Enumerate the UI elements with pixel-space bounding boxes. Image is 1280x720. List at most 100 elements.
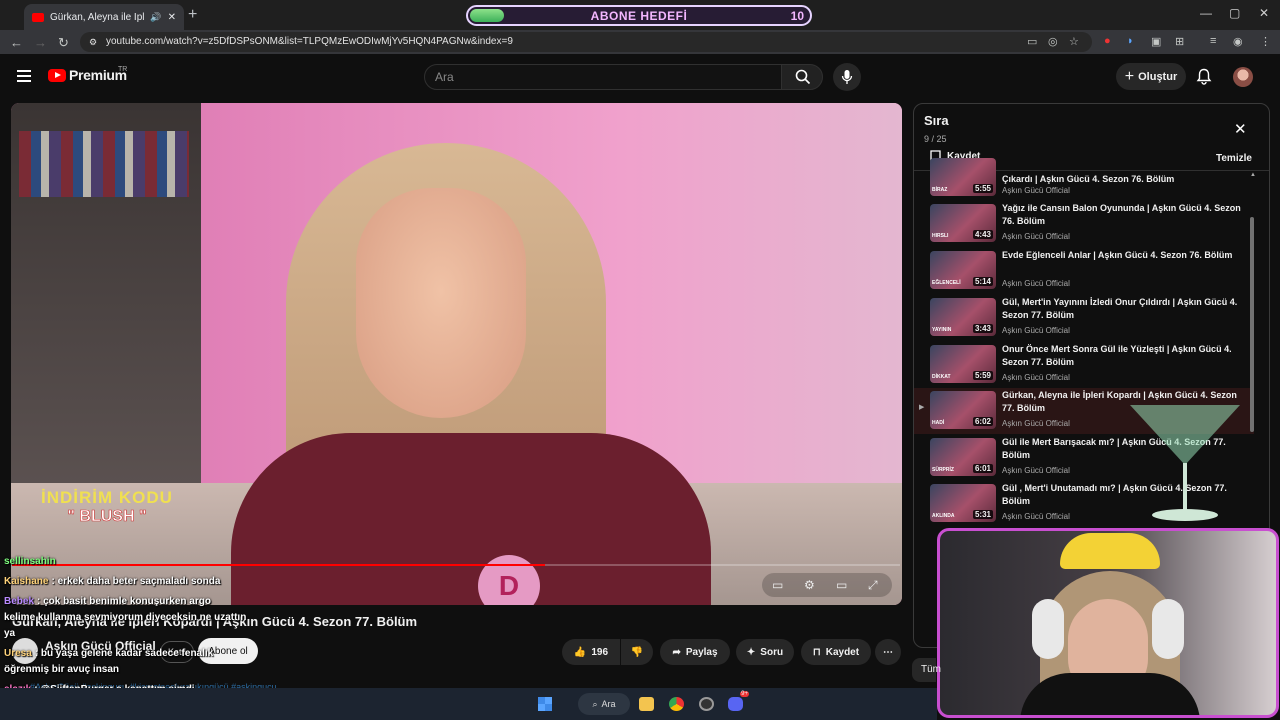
- theater-mode-icon[interactable]: ▭: [836, 578, 847, 592]
- playlist-item[interactable]: HIRSLI 4:43 Yağız ile Cansın Balon Oyunund…: [914, 201, 1254, 247]
- notifications-bell-icon[interactable]: [1196, 68, 1212, 85]
- chat-text: kelime kullanma sevmiyorum diyeceksin ne…: [4, 612, 247, 623]
- chat-username: Kaishane: [4, 576, 49, 587]
- chat-message: Uresa: bu yaşa gelene kadar sadece fenal…: [4, 648, 213, 659]
- chrome-menu-icon[interactable]: ⋮: [1260, 35, 1271, 48]
- share-arrow-icon: ➦: [672, 646, 681, 658]
- playlist-item-title[interactable]: Yağız ile Cansın Balon Oyununda | Aşkın …: [1002, 202, 1242, 228]
- playlist-item-channel: Aşkın Gücü Official: [1002, 419, 1070, 428]
- playlist-item-title[interactable]: Çıkardı | Aşkın Gücü 4. Sezon 76. Bölüm: [1002, 173, 1242, 186]
- region-code: TR: [118, 66, 128, 73]
- all-filter-chip[interactable]: Tüm: [912, 658, 941, 682]
- subscriber-goal-label: ABONE HEDEFİ: [590, 8, 688, 23]
- thumbnail-caption: SÜRPRİZ: [932, 467, 954, 473]
- extensions-puzzle-icon[interactable]: ⊞: [1175, 35, 1184, 48]
- playlist-item-title[interactable]: Gül, Mert'in Yayınını İzledi Onur Çıldır…: [1002, 296, 1242, 322]
- video-person-face: [356, 188, 526, 418]
- more-icon: ⋯: [883, 646, 893, 658]
- playlist-thumbnail[interactable]: YAYININ 3:43: [930, 298, 996, 336]
- menu-icon[interactable]: [17, 70, 31, 82]
- search-button[interactable]: [781, 64, 823, 90]
- reading-list-icon[interactable]: ≡: [1210, 35, 1216, 47]
- maximize-button[interactable]: ▢: [1229, 6, 1240, 20]
- chrome-icon[interactable]: [669, 697, 684, 711]
- close-tab-icon[interactable]: ✕: [168, 12, 176, 23]
- video-duration: 4:43: [972, 230, 993, 239]
- video-player[interactable]: D İNDİRİM KODU " BLUSH ": [11, 103, 902, 605]
- thumbs-up-icon: 👍: [573, 646, 587, 658]
- playlist-item[interactable]: YAYININ 3:43 Gül, Mert'in Yayınını İzledi …: [914, 295, 1254, 341]
- site-info-icon[interactable]: ⚙: [89, 32, 97, 52]
- taskbar-search[interactable]: ⌕ Ara: [578, 693, 630, 715]
- extension-square-icon[interactable]: ▣: [1151, 35, 1161, 48]
- share-button[interactable]: ➦ Paylaş: [660, 639, 730, 665]
- playlist-thumbnail[interactable]: BİRAZ 5:55: [930, 158, 996, 196]
- create-button[interactable]: + Oluştur: [1116, 63, 1186, 90]
- browser-tab[interactable]: Gürkan, Aleyna ile İpleri Kopardı | Aşkı…: [24, 4, 184, 30]
- windows-start-icon[interactable]: [538, 697, 552, 711]
- ask-button[interactable]: ✦ Soru: [736, 639, 794, 665]
- more-actions-button[interactable]: ⋯: [875, 639, 901, 665]
- save-button[interactable]: ⊓ Kaydet: [801, 639, 871, 665]
- user-avatar[interactable]: [1233, 67, 1253, 87]
- fullscreen-icon[interactable]: ⤢: [868, 578, 878, 593]
- playlist-item[interactable]: BİRAZ 5:55 Çıkardı | Aşkın Gücü 4. Sezon 7…: [914, 158, 1254, 200]
- extension-audio-icon[interactable]: ◗: [1127, 35, 1134, 47]
- minimize-button[interactable]: —: [1200, 6, 1212, 20]
- search-input[interactable]: Ara: [424, 64, 782, 90]
- settings-gear-icon[interactable]: ⚙: [804, 578, 815, 592]
- new-tab-button[interactable]: +: [188, 6, 197, 24]
- video-progress-bar[interactable]: [12, 564, 900, 566]
- thumbnail-caption: HADİ: [932, 420, 945, 426]
- back-icon[interactable]: ←: [10, 35, 23, 50]
- dislike-button[interactable]: 👎: [621, 639, 653, 665]
- youtube-favicon-icon: [32, 12, 44, 22]
- forward-icon[interactable]: →: [34, 35, 47, 50]
- video-duration: 6:01: [972, 464, 993, 473]
- like-button[interactable]: 👍 196: [562, 639, 620, 665]
- scroll-up-icon[interactable]: ▲: [1250, 172, 1256, 178]
- reload-icon[interactable]: ↻: [58, 35, 69, 51]
- youtube-logo-icon[interactable]: [48, 69, 66, 82]
- profile-icon[interactable]: ◉: [1233, 35, 1243, 48]
- playlist-item[interactable]: EĞLENCELİ 5:14 Evde Eğlenceli Anlar | Aşkı…: [914, 248, 1254, 294]
- share-label: Paylaş: [685, 646, 718, 658]
- chat-text: : bu yaşa gelene kadar sadece fenalık: [34, 648, 214, 659]
- file-explorer-icon[interactable]: [639, 697, 654, 711]
- playlist-item[interactable]: DİKKAT 5:59 Onur Önce Mert Sonra Gül ile Y…: [914, 342, 1254, 388]
- microphone-icon: [841, 70, 853, 84]
- obs-icon[interactable]: [699, 697, 714, 711]
- playlist-item-channel: Aşkın Gücü Official: [1002, 186, 1070, 195]
- tracking-icon[interactable]: ◎: [1048, 35, 1058, 48]
- playlist-thumbnail[interactable]: EĞLENCELİ 5:14: [930, 251, 996, 289]
- search-icon: [795, 69, 811, 85]
- playlist-scrollbar[interactable]: [1250, 217, 1254, 432]
- extension-red-icon[interactable]: ●: [1104, 35, 1111, 47]
- video-duration: 5:31: [972, 510, 993, 519]
- thumbnail-caption: AKLINDA: [932, 513, 955, 519]
- playlist-position: 9 / 25: [924, 134, 947, 144]
- url-field[interactable]: ⚙ youtube.com/watch?v=z5DfDSPsONM&list=T…: [80, 32, 1092, 52]
- playlist-item-title[interactable]: Onur Önce Mert Sonra Gül ile Yüzleşti | …: [1002, 343, 1242, 369]
- streamer-webcam: [937, 528, 1279, 718]
- playlist-thumbnail[interactable]: AKLINDA 5:31: [930, 484, 996, 522]
- playlist-item-channel: Aşkın Gücü Official: [1002, 279, 1070, 288]
- discord-icon[interactable]: 9+: [728, 691, 749, 711]
- playlist-item-title[interactable]: Evde Eğlenceli Anlar | Aşkın Gücü 4. Sez…: [1002, 249, 1242, 262]
- install-app-icon[interactable]: ▭: [1027, 35, 1037, 48]
- subtitles-icon[interactable]: ▭: [772, 578, 783, 592]
- playlist-thumbnail[interactable]: HIRSLI 4:43: [930, 204, 996, 242]
- playlist-thumbnail[interactable]: SÜRPRİZ 6:01: [930, 438, 996, 476]
- close-window-button[interactable]: ✕: [1259, 6, 1269, 20]
- voice-search-button[interactable]: [833, 63, 861, 91]
- playlist-item-channel: Aşkın Gücü Official: [1002, 466, 1070, 475]
- playlist-clear-button[interactable]: Temizle: [1216, 153, 1252, 164]
- bookmark-star-icon[interactable]: ☆: [1069, 35, 1079, 48]
- playlist-thumbnail[interactable]: HADİ 6:02: [930, 391, 996, 429]
- playlist-thumbnail[interactable]: DİKKAT 5:59: [930, 345, 996, 383]
- plus-icon: +: [1124, 67, 1135, 85]
- close-playlist-icon[interactable]: ✕: [1234, 120, 1247, 138]
- speaker-icon[interactable]: 🔊: [150, 12, 161, 23]
- playlist-item-channel: Aşkın Gücü Official: [1002, 232, 1070, 241]
- video-duration: 5:14: [972, 277, 993, 286]
